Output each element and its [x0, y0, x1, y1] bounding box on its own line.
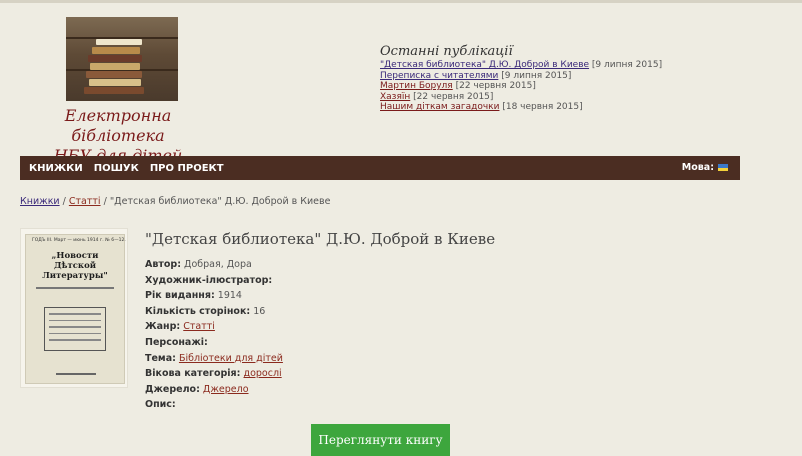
- recent-item-date: [9 липня 2015]: [501, 70, 572, 81]
- recent-item-date: [18 червня 2015]: [502, 102, 583, 112]
- recent-publications: Останні публікації "Детская библиотека" …: [380, 44, 680, 113]
- book-metadata: Автор: Добрая, Дора Художник-ілюстратор:…: [145, 257, 565, 413]
- book-shape: [90, 63, 140, 70]
- meta-genre-link[interactable]: Статті: [183, 321, 215, 332]
- recent-item-date: [22 червня 2015]: [455, 81, 536, 91]
- meta-label: Тема:: [145, 352, 176, 364]
- nav-books[interactable]: КНИЖКИ: [29, 163, 83, 174]
- meta-label: Кількість сторінок:: [145, 305, 251, 317]
- meta-label: Рік видання:: [145, 290, 215, 302]
- breadcrumb-articles[interactable]: Статті: [69, 196, 101, 207]
- view-book-button[interactable]: Переглянути книгу: [311, 424, 450, 456]
- book-shape: [89, 79, 141, 86]
- cover-subtitle-line: [36, 287, 114, 289]
- meta-value: Добрая, Дора: [184, 259, 252, 270]
- meta-author: Автор: Добрая, Дора: [145, 257, 565, 273]
- meta-label: Вікова категорія:: [145, 368, 241, 380]
- recent-item: Мартин Боруля [22 червня 2015]: [380, 81, 680, 92]
- book-cover[interactable]: ГОДЪ III. Март — июнь 1914 г. № 6—12. „Н…: [20, 228, 128, 388]
- meta-value: 1914: [217, 290, 242, 302]
- recent-publications-title: Останні публікації: [380, 44, 513, 59]
- meta-age-category: Вікова категорія: дорослі: [145, 366, 565, 382]
- recent-item-date: [22 червня 2015]: [413, 91, 494, 102]
- nav-about[interactable]: ПРО ПРОЕКТ: [150, 163, 224, 174]
- main-navbar: КНИЖКИ ПОШУК ПРО ПРОЕКТ Мова:: [20, 156, 740, 180]
- meta-description: Опис:: [145, 397, 565, 413]
- cover-title: „Новости Дѣтской Литературы": [42, 251, 108, 281]
- meta-source-link[interactable]: Джерело: [203, 384, 249, 395]
- meta-pages: Кількість сторінок: 16: [145, 304, 565, 320]
- meta-topic: Тема: Бібліотеки для дітей: [145, 351, 565, 367]
- meta-label: Опис:: [145, 399, 176, 411]
- open-book: [96, 39, 142, 45]
- breadcrumb-books[interactable]: Книжки: [20, 196, 60, 207]
- cover-page: ГОДЪ III. Март — июнь 1914 г. № 6—12. „Н…: [25, 234, 126, 384]
- meta-label: Джерело:: [145, 383, 200, 395]
- nav-search[interactable]: ПОШУК: [94, 163, 139, 174]
- meta-value: 16: [253, 305, 266, 317]
- breadcrumb-separator: /: [59, 196, 69, 207]
- recent-item-link[interactable]: "Детская библиотека" Д.Ю. Доброй в Киеве: [380, 60, 589, 70]
- recent-item-date: [9 липня 2015]: [591, 60, 663, 70]
- logo-image[interactable]: [66, 17, 178, 101]
- breadcrumb-current: "Детская библиотека" Д.Ю. Доброй в Киеве: [109, 196, 331, 207]
- site-title-line1: Електронна бібліотека: [64, 106, 172, 145]
- breadcrumb: Книжки / Статті / "Детская библиотека" Д…: [20, 196, 330, 207]
- meta-label: Персонажі:: [145, 336, 208, 348]
- recent-item-link[interactable]: Нашим діткам загадочки: [380, 102, 499, 112]
- recent-item: "Детская библиотека" Д.Ю. Доброй в Киеве…: [380, 60, 680, 71]
- meta-label: Жанр:: [145, 321, 181, 333]
- cover-footer-line: [56, 373, 96, 375]
- book-shape: [86, 71, 142, 78]
- meta-year: Рік видання: 1914: [145, 288, 565, 304]
- recent-item: Нашим діткам загадочки [18 червня 2015]: [380, 102, 680, 113]
- meta-label: Художник-ілюстратор:: [145, 274, 273, 286]
- meta-illustrator: Художник-ілюстратор:: [145, 273, 565, 289]
- book-shape: [92, 47, 140, 54]
- top-border: [0, 0, 802, 3]
- meta-source: Джерело: Джерело: [145, 382, 565, 398]
- book-shape: [84, 87, 144, 94]
- breadcrumb-separator: /: [100, 196, 110, 207]
- cover-header: ГОДЪ III. Март — июнь 1914 г. № 6—12.: [32, 238, 126, 243]
- language-selector[interactable]: Мова:: [682, 162, 728, 173]
- recent-item-link[interactable]: Хазяїн: [380, 92, 410, 102]
- ukraine-flag-icon[interactable]: [718, 164, 728, 171]
- meta-label: Автор:: [145, 259, 181, 270]
- language-label: Мова:: [681, 162, 714, 173]
- recent-item: Хазяїн [22 червня 2015]: [380, 92, 680, 103]
- book-title: "Детская библиотека" Д.Ю. Доброй в Киеве: [145, 230, 496, 248]
- meta-topic-link[interactable]: Бібліотеки для дітей: [179, 353, 283, 364]
- meta-characters: Персонажі:: [145, 335, 565, 351]
- meta-age-link[interactable]: дорослі: [244, 368, 282, 379]
- recent-item-link[interactable]: Мартин Боруля: [380, 81, 453, 91]
- meta-genre: Жанр: Статті: [145, 319, 565, 335]
- recent-item-link[interactable]: Переписка с читателями: [380, 71, 498, 81]
- recent-item: Переписка с читателями [9 липня 2015]: [380, 71, 680, 82]
- cover-contents-box: [44, 307, 106, 351]
- book-shape: [88, 55, 142, 62]
